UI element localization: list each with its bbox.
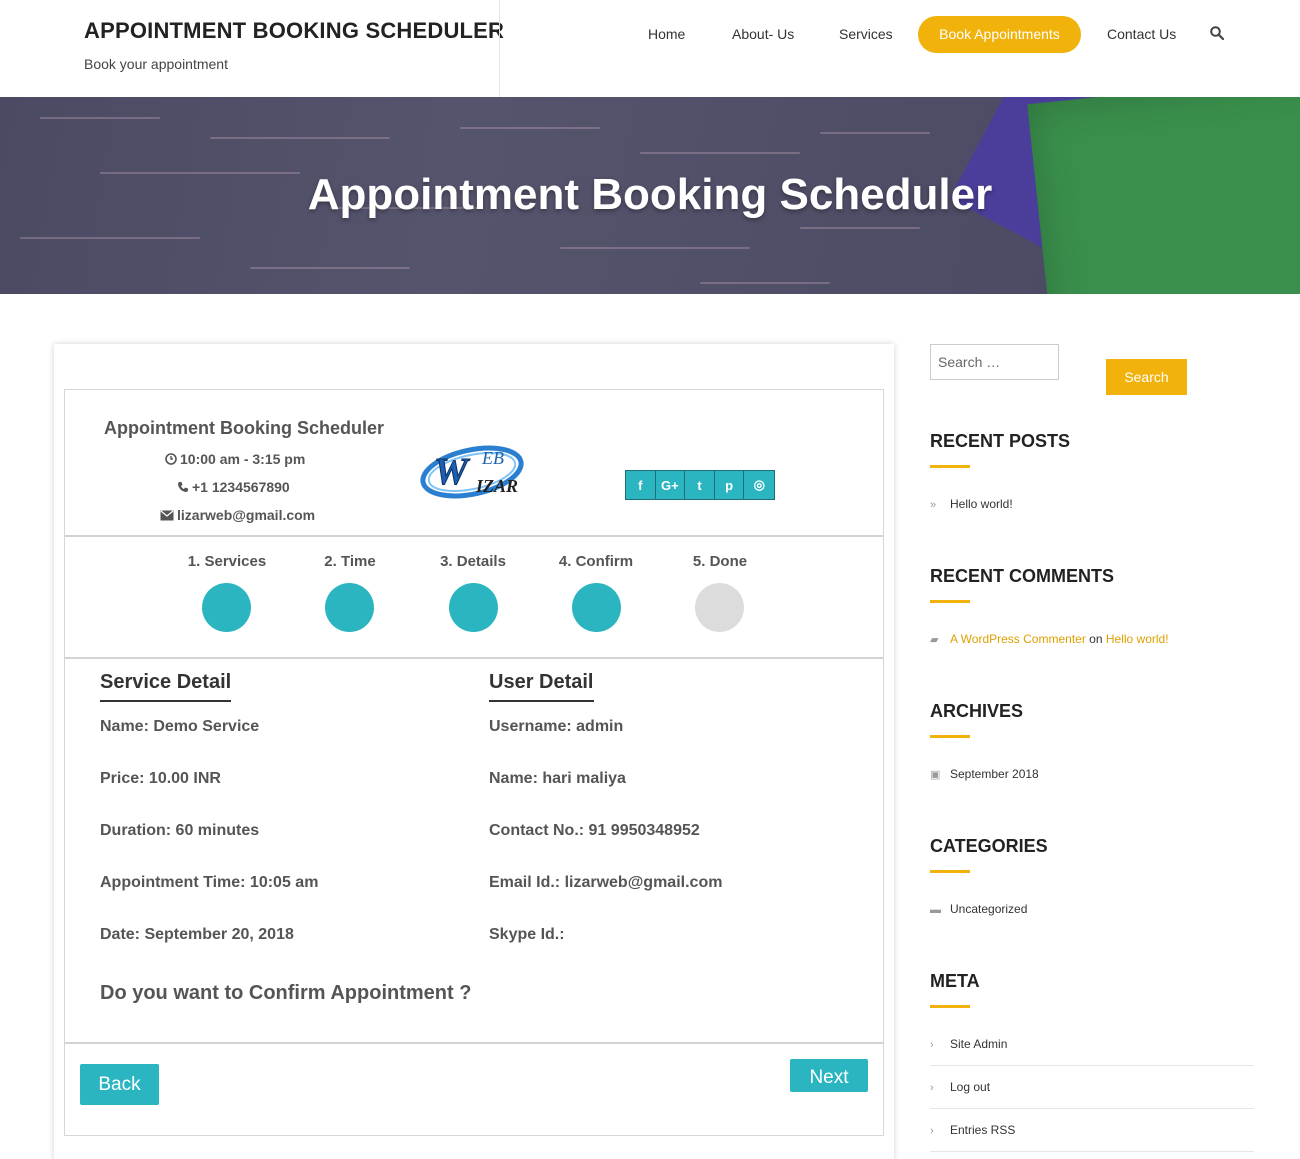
social-links: f G+ t p ◎: [625, 470, 775, 500]
recent-post-item[interactable]: » Hello world!: [930, 497, 1013, 511]
meta-item[interactable]: › Log out: [930, 1080, 990, 1094]
clock-icon: [165, 451, 180, 467]
service-name: Name: Demo Service: [100, 718, 260, 735]
comment-post-link[interactable]: Hello world!: [1106, 632, 1169, 646]
category-item[interactable]: ▬ Uncategorized: [930, 902, 1027, 916]
logo-text-top: EB: [482, 448, 504, 468]
step-indicator-done: [695, 583, 744, 632]
twitter-icon[interactable]: t: [685, 471, 715, 499]
heading-underline: [930, 735, 970, 738]
meta-logout-link[interactable]: Log out: [950, 1080, 990, 1094]
user-username: Username: admin: [489, 718, 624, 735]
chevron-right-icon: ›: [930, 1082, 934, 1094]
sidebar-search-button[interactable]: Search: [1106, 359, 1187, 395]
folder-icon: ▬: [930, 904, 941, 916]
comment-icon: ▰: [930, 634, 939, 646]
recent-post-link[interactable]: Hello world!: [950, 497, 1013, 511]
step-label-time: 2. Time: [324, 553, 376, 570]
logo-text-bottom: IZAR: [476, 476, 519, 496]
step-label-services: 1. Services: [187, 553, 267, 570]
service-duration: Duration: 60 minutes: [100, 822, 260, 839]
user-detail-heading: User Detail: [489, 671, 594, 702]
email-text: lizarweb@gmail.com: [177, 507, 316, 523]
divider: [930, 1108, 1254, 1109]
step-indicator-services: [202, 583, 251, 632]
step-label-done: 5. Done: [692, 553, 748, 570]
divider: [930, 1065, 1254, 1066]
phone-text: +1 1234567890: [192, 479, 290, 495]
chevron-right-icon: ›: [930, 1125, 934, 1137]
business-email: lizarweb@gmail.com: [160, 507, 315, 523]
recent-posts-heading: RECENT POSTS: [930, 431, 1071, 451]
comment-author-link[interactable]: A WordPress Commenter: [950, 632, 1086, 646]
meta-item[interactable]: › Entries RSS: [930, 1123, 1015, 1137]
nav-contact-us[interactable]: Contact Us: [1107, 16, 1176, 53]
step-indicator-details: [449, 583, 498, 632]
divider: [65, 657, 883, 659]
nav-about-us[interactable]: About- Us: [732, 16, 794, 53]
archive-icon: ▣: [930, 769, 941, 781]
categories-heading: CATEGORIES: [930, 836, 1048, 856]
archive-item[interactable]: ▣ September 2018: [930, 767, 1039, 781]
business-phone: +1 1234567890: [177, 479, 290, 495]
heading-underline: [930, 1005, 970, 1008]
meta-heading: META: [930, 971, 980, 991]
google-plus-icon[interactable]: G+: [655, 471, 686, 499]
category-link[interactable]: Uncategorized: [950, 902, 1027, 916]
user-skype: Skype Id.:: [489, 926, 565, 943]
service-detail-heading: Service Detail: [100, 671, 232, 702]
main-nav: Home About- Us Services Book Appointment…: [0, 16, 1300, 53]
divider: [65, 535, 883, 537]
business-hours: 10:00 am - 3:15 pm: [165, 451, 305, 467]
appointment-date: Date: September 20, 2018: [100, 926, 294, 943]
chevron-right-icon: ›: [930, 1039, 934, 1051]
user-name: Name: hari maliya: [489, 770, 626, 787]
meta-site-admin-link[interactable]: Site Admin: [950, 1037, 1007, 1051]
step-indicator-confirm: [572, 583, 621, 632]
archives-heading: ARCHIVES: [930, 701, 1024, 721]
hours-text: 10:00 am - 3:15 pm: [180, 451, 306, 467]
banner-title: Appointment Booking Scheduler: [307, 170, 993, 219]
sidebar-search-input[interactable]: Search …: [930, 344, 1059, 380]
appointment-time: Appointment Time: 10:05 am: [100, 874, 319, 891]
step-indicator-time: [325, 583, 374, 632]
heading-underline: [930, 600, 970, 603]
nav-services[interactable]: Services: [839, 16, 893, 53]
divider: [65, 1042, 883, 1044]
heading-underline: [930, 465, 970, 468]
site-header: APPOINTMENT BOOKING SCHEDULER Book your …: [0, 0, 1300, 97]
envelope-icon: [160, 507, 177, 523]
comment-on-text: on: [1089, 632, 1103, 646]
instagram-icon[interactable]: ◎: [744, 471, 775, 499]
phone-icon: [177, 479, 192, 495]
facebook-icon[interactable]: f: [626, 471, 656, 499]
step-label-confirm: 4. Confirm: [558, 553, 634, 570]
meta-entries-rss-link[interactable]: Entries RSS: [950, 1123, 1015, 1137]
confirm-question: Do you want to Confirm Appointment ?: [100, 982, 472, 1004]
company-name: Appointment Booking Scheduler: [104, 418, 385, 438]
next-button[interactable]: Next: [790, 1059, 868, 1092]
meta-item[interactable]: › Site Admin: [930, 1037, 1007, 1051]
chevron-right-icon: »: [930, 499, 937, 511]
step-label-details: 3. Details: [440, 553, 506, 570]
nav-home[interactable]: Home: [648, 16, 685, 53]
divider: [930, 1151, 1254, 1152]
archive-link[interactable]: September 2018: [950, 767, 1039, 781]
user-contact: Contact No.: 91 9950348952: [489, 822, 700, 839]
nav-book-appointments[interactable]: Book Appointments: [918, 16, 1081, 53]
pinterest-icon[interactable]: p: [714, 471, 745, 499]
service-price: Price: 10.00 INR: [100, 770, 221, 787]
search-icon[interactable]: [1210, 26, 1226, 42]
recent-comment-item: ▰ A WordPress Commenter on Hello world!: [930, 632, 1169, 646]
recent-comments-heading: RECENT COMMENTS: [930, 566, 1114, 586]
user-email: Email Id.: lizarweb@gmail.com: [489, 874, 723, 891]
back-button[interactable]: Back: [80, 1064, 159, 1105]
company-logo: W EB IZAR: [420, 440, 530, 502]
svg-text:W: W: [434, 451, 471, 493]
heading-underline: [930, 870, 970, 873]
site-tagline: Book your appointment: [84, 56, 228, 72]
